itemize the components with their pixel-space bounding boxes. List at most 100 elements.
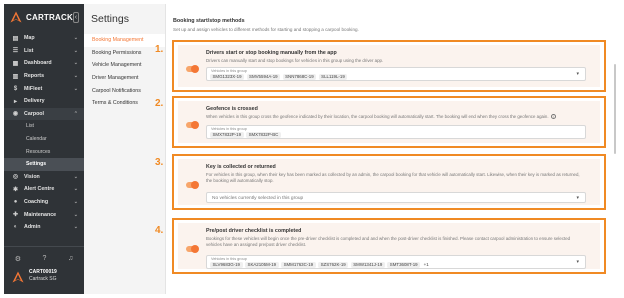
method-description-text: When vehicles in this group cross the ge… xyxy=(206,114,549,119)
vehicle-chip[interactable]: SMV5594A-19 xyxy=(246,74,281,81)
vehicle-chip[interactable]: SMX7832P-19 xyxy=(210,132,244,139)
select-label: Vehicles in this group xyxy=(211,127,247,131)
vehicles-select[interactable]: Vehicles in this group SMX7832P-19 SMX78… xyxy=(206,125,586,139)
vehicle-chip[interactable]: SMW1341J-19 xyxy=(350,262,385,269)
vehicle-chip[interactable]: SLL119L-19 xyxy=(318,74,348,81)
chevron-down-icon: ⌄ xyxy=(73,35,78,42)
vehicle-chip-label: SMT3608T-19 xyxy=(389,262,418,267)
brand-row: CARTRACK ‹ xyxy=(4,4,84,30)
dropdown-caret-icon[interactable]: ▾ xyxy=(576,195,579,201)
dropdown-caret-icon[interactable]: ▾ xyxy=(576,259,579,265)
sidebar-item-maintenance[interactable]: ✚ Maintenance ⌄ xyxy=(4,208,84,221)
settings-title: Settings xyxy=(91,13,129,25)
method-title: Pre/post driver checklist is completed xyxy=(206,228,302,234)
sidebar-item-delivery[interactable]: ▸ Delivery xyxy=(4,95,84,108)
collapse-sidebar-button[interactable]: ‹ xyxy=(72,11,79,23)
method-card-geofence: Geofence is crossed When vehicles in thi… xyxy=(172,96,606,148)
vehicles-select[interactable]: Vehicles in this group SMG1323X-19 SMV55… xyxy=(206,67,586,81)
delivery-icon: ▸ xyxy=(13,98,17,105)
card-body: Geofence is crossed When vehicles in thi… xyxy=(178,101,600,143)
method-toggle[interactable] xyxy=(186,65,199,73)
sidebar-subitem-label: Calendar xyxy=(26,136,47,143)
sidebar-item-dashboard[interactable]: ▦ Dashboard ⌄ xyxy=(4,57,84,70)
settings-item-booking-management[interactable]: Booking Management xyxy=(84,34,165,47)
sidebar-subitem-list[interactable]: List xyxy=(4,120,84,133)
method-description: When vehicles in this group cross the ge… xyxy=(206,114,560,120)
method-title: Drivers start or stop booking manually f… xyxy=(206,50,337,56)
sidebar-subitem-calendar[interactable]: Calendar xyxy=(4,133,84,146)
dropdown-caret-icon[interactable]: ▾ xyxy=(576,71,579,77)
sidebar-subitem-resources[interactable]: Resources xyxy=(4,145,84,158)
vehicle-chip-label: SLV9683G-19 xyxy=(212,262,241,267)
vehicle-chip[interactable]: SMM1763C-19 xyxy=(281,262,316,269)
sidebar-item-list[interactable]: ☰ List ⌄ xyxy=(4,45,84,58)
sidebar-item-coaching[interactable]: ● Coaching ⌄ xyxy=(4,196,84,209)
vehicles-select[interactable]: No vehicles currently selected in this g… xyxy=(206,192,586,203)
settings-item-label: Booking Permissions xyxy=(92,49,142,56)
sidebar-item-carpool[interactable]: ◉ Carpool ⌃ xyxy=(4,107,84,121)
sidebar-item-label: Carpool xyxy=(24,110,45,117)
map-icon: ▤ xyxy=(12,35,19,42)
vehicle-chips: SMX7832P-19 SMX7832P-BC xyxy=(210,132,281,139)
vehicle-chip[interactable]: SMT3608T-19 xyxy=(387,262,421,269)
sidebar-subitem-label: Resources xyxy=(26,148,51,155)
sidebar-item-reports[interactable]: ▥ Reports ⌄ xyxy=(4,70,84,83)
settings-item-label: Driver Management xyxy=(92,75,139,82)
settings-item-booking-permissions[interactable]: Booking Permissions xyxy=(84,47,165,60)
vehicle-chip[interactable]: SKA2105M-19 xyxy=(245,262,279,269)
scrollbar[interactable] xyxy=(614,64,616,154)
user-account[interactable]: CART00019 Cartrack SG xyxy=(4,269,84,283)
more-vehicles-count[interactable]: +1 xyxy=(424,262,429,268)
wrench-icon: ✚ xyxy=(12,212,19,219)
sidebar-item-label: Map xyxy=(24,35,35,42)
sidebar-subitem-settings[interactable]: Settings xyxy=(4,157,84,171)
cartrack-logo-icon[interactable] xyxy=(10,11,22,23)
chevron-down-icon: ⌄ xyxy=(73,73,78,80)
method-description: For vehicles in this group, when their k… xyxy=(206,172,580,183)
settings-item-carpool-notifications[interactable]: Carpool Notifications xyxy=(84,84,165,97)
vehicle-chip-label: SLL119L-19 xyxy=(321,74,345,79)
chevron-down-icon: ⌄ xyxy=(73,186,78,193)
chevron-down-icon: ⌄ xyxy=(73,224,78,231)
chevron-down-icon: ⌄ xyxy=(73,199,78,206)
sidebar-item-label: Alert Centre xyxy=(24,186,55,193)
card-body: Drivers start or stop booking manually f… xyxy=(178,45,600,87)
card-body: Key is collected or returned For vehicle… xyxy=(178,159,600,205)
chevron-down-icon: ⌄ xyxy=(73,173,78,180)
sidebar-subitem-label: List xyxy=(26,123,34,130)
sidebar-item-mifleet[interactable]: $ MiFleet ⌄ xyxy=(4,82,84,95)
vehicle-chip[interactable]: SLV9683G-19 xyxy=(210,262,243,269)
method-toggle[interactable] xyxy=(186,245,199,253)
sidebar-item-vision[interactable]: ◎ Vision ⌄ xyxy=(4,171,84,184)
vehicle-chip-label: SZS762K-19 xyxy=(320,262,346,267)
vehicle-chip[interactable]: SMX7832P-BC xyxy=(246,132,281,139)
help-icon[interactable]: ? xyxy=(43,255,47,263)
method-toggle[interactable] xyxy=(186,181,199,189)
vehicle-chip-label: SMX7832P-BC xyxy=(248,132,279,137)
vehicle-chip[interactable]: SMG1323X-19 xyxy=(210,74,245,81)
vehicle-chip[interactable]: SZS762K-19 xyxy=(318,262,349,269)
settings-gear-icon[interactable]: ⚙ xyxy=(15,255,21,263)
vehicle-chip[interactable]: SNN7868C-19 xyxy=(282,74,317,81)
vehicles-select[interactable]: Vehicles in this group SLV9683G-19 SKA21… xyxy=(206,255,586,269)
settings-item-terms-conditions[interactable]: Terms & Conditions xyxy=(84,97,165,110)
vehicle-chip-label: SMX7832P-19 xyxy=(212,132,242,137)
sidebar-item-map[interactable]: ▤ Map ⌄ xyxy=(4,32,84,45)
sidebar-item-label: Coaching xyxy=(24,199,49,206)
settings-item-driver-management[interactable]: Driver Management xyxy=(84,72,165,85)
user-info: CART00019 Cartrack SG xyxy=(29,269,57,283)
step-number: 3. xyxy=(155,157,164,168)
sidebar-item-admin[interactable]: ◐ Admin ⌄ xyxy=(4,221,84,234)
method-toggle[interactable] xyxy=(186,121,199,129)
notifications-bell-icon[interactable]: ♫ xyxy=(68,255,73,263)
step-number: 4. xyxy=(155,225,164,236)
sidebar-item-alert-centre[interactable]: ✱ Alert Centre ⌄ xyxy=(4,183,84,196)
vehicle-chip-label: SMV5594A-19 xyxy=(249,74,278,79)
method-description: Bookings for these vehicles will begin o… xyxy=(206,236,571,247)
info-icon[interactable]: i xyxy=(550,114,556,119)
sidebar-subitem-label: Settings xyxy=(26,161,47,168)
vehicle-chip-label: SNN7868C-19 xyxy=(285,74,314,79)
settings-item-vehicle-management[interactable]: Vehicle Management xyxy=(84,59,165,72)
settings-item-label: Booking Management xyxy=(92,37,144,44)
vehicle-chips: SMG1323X-19 SMV5594A-19 SNN7868C-19 SLL1… xyxy=(210,74,348,81)
